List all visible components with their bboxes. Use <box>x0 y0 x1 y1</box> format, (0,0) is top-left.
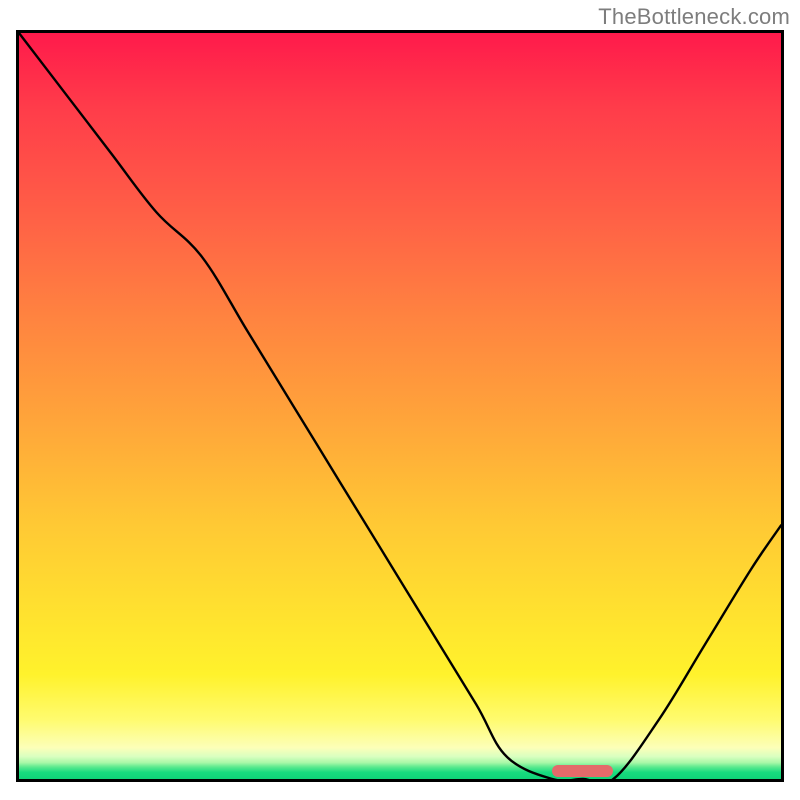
chart-frame: TheBottleneck.com <box>0 0 800 800</box>
plot-area <box>16 30 784 782</box>
bottleneck-curve <box>19 33 781 779</box>
watermark-text: TheBottleneck.com <box>598 4 790 30</box>
optimal-range-marker <box>552 765 613 777</box>
